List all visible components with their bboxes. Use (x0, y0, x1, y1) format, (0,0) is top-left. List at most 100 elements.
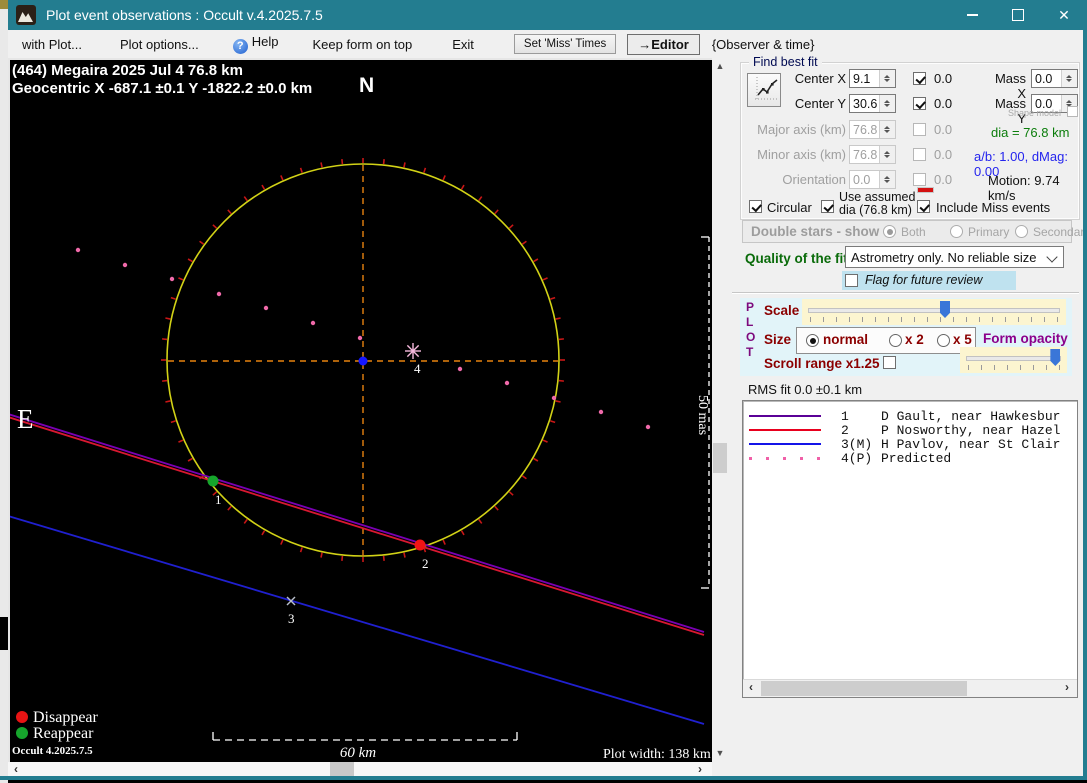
fit-field-0-down[interactable] (880, 78, 895, 87)
current-chord-color-mark (917, 187, 934, 193)
fit-sigma-checkbox[interactable] (913, 72, 926, 85)
mass-x-field-down[interactable] (1062, 78, 1077, 87)
minimize-icon (966, 14, 978, 16)
size-x2-radio[interactable] (889, 334, 902, 347)
list-scroll-thumb[interactable] (761, 681, 967, 696)
scroll-right-arrow[interactable]: › (692, 762, 708, 777)
double-stars-secondary-label: Secondary (1033, 225, 1087, 239)
double-stars-secondary-radio[interactable] (1015, 225, 1028, 238)
editor-button[interactable]: →Editor (627, 33, 700, 55)
scroll-range-checkbox[interactable] (883, 356, 896, 369)
fit-sigma-value: 0.0 (934, 122, 953, 137)
list-scroll-right-arrow[interactable]: › (1059, 680, 1075, 695)
east-label: E (17, 404, 34, 434)
marker-label-2: 2 (422, 556, 429, 571)
observation-row[interactable]: 2 P Nosworthy, near Hazel (743, 423, 1077, 438)
double-stars-primary-radio[interactable] (950, 225, 963, 238)
double-stars-both-radio[interactable] (883, 225, 896, 238)
size-label: Size (764, 332, 792, 347)
fit-field-3-value: 76.8 (853, 148, 878, 162)
circle-tick (555, 317, 561, 320)
maximize-button[interactable] (995, 0, 1041, 30)
list-horizontal-scrollbar[interactable]: ‹ › (743, 679, 1077, 697)
plot-horizontal-scrollbar[interactable]: ‹ › (8, 762, 712, 777)
menu-exit[interactable]: Exit (448, 34, 478, 55)
fit-sigma-checkbox[interactable] (913, 173, 926, 186)
scroll-left-arrow[interactable]: ‹ (8, 762, 24, 777)
close-button[interactable]: ✕ (1041, 0, 1087, 30)
size-normal-radio[interactable] (806, 334, 819, 347)
fit-field-0-up[interactable] (880, 70, 895, 79)
scroll-down-arrow[interactable]: ▼ (712, 745, 728, 762)
plot-canvas[interactable]: 1 2 3 4 (464) Megaira 2025 Jul 4 76.8 kmGeoc… (7, 60, 712, 762)
size-x5-radio[interactable] (937, 334, 950, 347)
circle-tick (187, 457, 193, 462)
scale-slider[interactable] (802, 299, 1066, 325)
opacity-slider-ticks (968, 365, 1061, 370)
form-opacity-slider[interactable] (960, 347, 1067, 373)
circle-tick (162, 379, 168, 382)
fit-sigma-checkbox[interactable] (913, 148, 926, 161)
fit-field-3[interactable]: 76.8 (849, 145, 896, 164)
use-assumed-checkbox[interactable] (821, 200, 834, 213)
fit-sigma-checkbox[interactable] (913, 97, 926, 110)
plot-vertical-scrollbar[interactable]: ▲ ▼ (712, 58, 728, 762)
scroll-up-arrow[interactable]: ▲ (712, 58, 728, 75)
flag-review-checkbox[interactable] (845, 274, 858, 287)
fit-field-3-up[interactable] (880, 146, 895, 155)
fit-field-1-down[interactable] (880, 103, 895, 112)
fit-field-2[interactable]: 76.8 (849, 120, 896, 139)
minimize-button[interactable] (949, 0, 995, 30)
fit-field-2-value: 76.8 (853, 123, 878, 137)
vertical-scroll-thumb[interactable] (713, 443, 727, 473)
chord-line-1[interactable] (7, 413, 705, 633)
include-miss-checkbox[interactable] (917, 200, 930, 213)
plot-area[interactable]: 1 2 3 4 (464) Megaira 2025 Jul 4 76.8 km Geoc… (7, 58, 712, 762)
plot-settings-panel: P L O T Scale Size normal x 2 x 5 Form o… (740, 298, 1072, 376)
fit-field-4[interactable]: 0.0 (849, 170, 896, 189)
mass-x-field-up[interactable] (1062, 70, 1077, 79)
observation-row[interactable]: 4(P) Predicted (743, 451, 1077, 466)
fit-field-2-up[interactable] (880, 121, 895, 130)
chord-line-3[interactable] (7, 515, 705, 725)
fit-field-1-up[interactable] (880, 95, 895, 104)
list-scroll-left-arrow[interactable]: ‹ (743, 680, 759, 695)
fit-field-4-down[interactable] (880, 179, 895, 188)
mass-x-field[interactable]: 0.0 (1031, 69, 1078, 88)
fit-sigma-checkbox[interactable] (913, 123, 926, 136)
mass-y-field-up[interactable] (1062, 95, 1077, 104)
event-marker-1[interactable] (207, 475, 219, 487)
observations-list[interactable]: 1 D Gault, near Hawkesbur 2 P Nosworthy, ne… (742, 400, 1078, 698)
include-miss-label: Include Miss events (936, 200, 1051, 215)
event-marker-2[interactable] (414, 539, 426, 551)
fit-row-label: Orientation (782, 172, 846, 187)
observation-row[interactable]: 3(M) H Pavlov, near St Clair (743, 437, 1077, 452)
fit-center-dot[interactable] (358, 356, 368, 366)
circle-tick (341, 159, 344, 165)
fit-field-3-down[interactable] (880, 154, 895, 163)
circular-checkbox[interactable] (749, 200, 762, 213)
chord-line-2[interactable] (7, 416, 705, 636)
scale-slider-thumb[interactable] (940, 301, 950, 318)
opacity-slider-thumb[interactable] (1050, 349, 1061, 366)
fit-field-2-down[interactable] (880, 129, 895, 138)
menu-plot-options[interactable]: Plot options... (116, 34, 203, 55)
fit-field-4-up[interactable] (880, 171, 895, 180)
menu-help[interactable]: ? Help (229, 31, 283, 57)
observation-row[interactable]: 1 D Gault, near Hawkesbur (743, 409, 1077, 424)
set-miss-times-button[interactable]: Set 'Miss' Times (513, 34, 617, 54)
circle-tick (550, 420, 556, 424)
fit-field-0[interactable]: 9.1 (849, 69, 896, 88)
observation-name: D Gault, near Hawkesbur (881, 409, 1061, 424)
menu-keep-on-top[interactable]: Keep form on top (309, 34, 417, 55)
fit-field-1[interactable]: 30.6 (849, 94, 896, 113)
shape-model-checkbox[interactable] (1067, 106, 1078, 117)
circle-tick (382, 555, 385, 561)
menu-with-plot[interactable]: with Plot... (18, 34, 86, 55)
predicted-dot (75, 247, 81, 253)
circle-tick (555, 400, 561, 403)
double-stars-both-label: Both (901, 225, 926, 239)
circle-tick (508, 224, 514, 229)
horizontal-scroll-thumb[interactable] (330, 762, 354, 777)
quality-dropdown[interactable]: Astrometry only. No reliable size (845, 246, 1064, 268)
